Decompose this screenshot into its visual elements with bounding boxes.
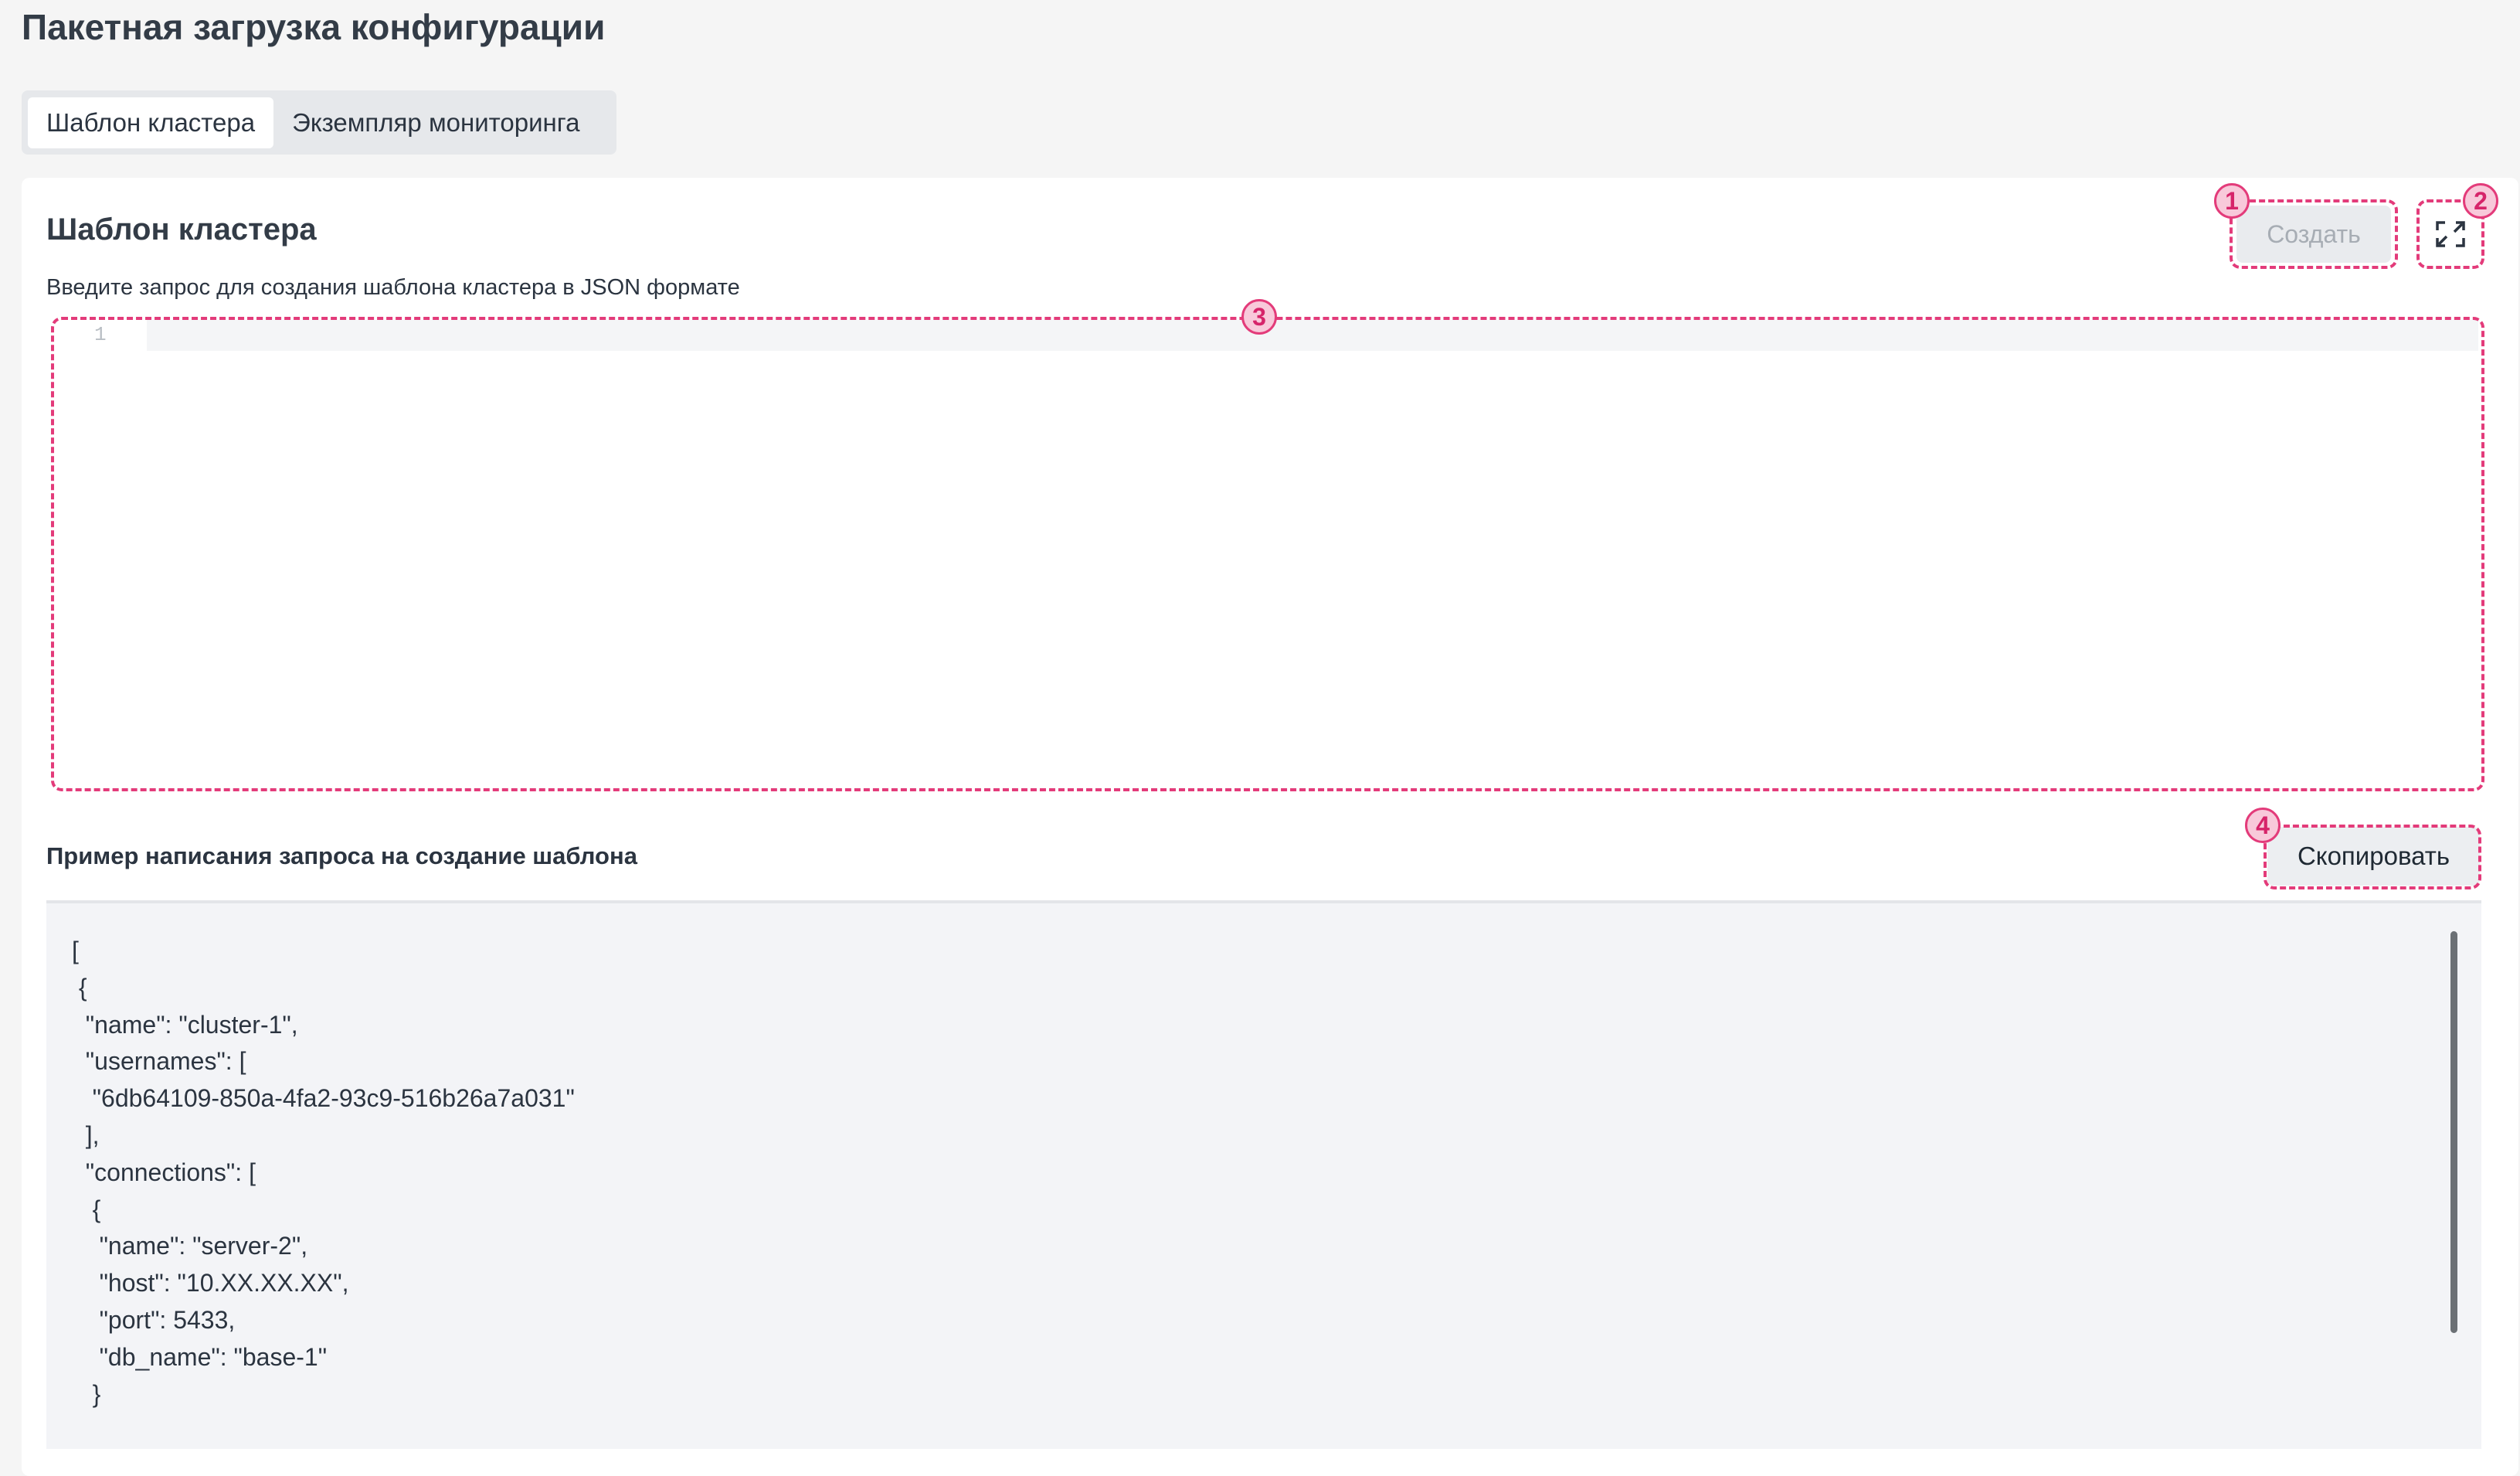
tab-cluster-template[interactable]: Шаблон кластера (28, 97, 274, 148)
editor-hint: Введите запрос для создания шаблона клас… (46, 275, 740, 300)
annotation-badge-4: 4 (2245, 808, 2281, 843)
annotation-badge-3: 3 (1241, 299, 1277, 335)
example-code: [ { "name": "cluster-1", "usernames": [ … (72, 937, 575, 1408)
tab-bar: Шаблон кластера Экземпляр мониторинга (22, 90, 616, 155)
page-title: Пакетная загрузка конфигурации (22, 7, 606, 47)
annotation-frame-create (2230, 199, 2398, 269)
annotation-frame-copy (2264, 825, 2481, 889)
tab-monitoring-instance[interactable]: Экземпляр мониторинга (273, 97, 598, 148)
example-title: Пример написания запроса на создание шаб… (46, 842, 637, 869)
card-title: Шаблон кластера (46, 213, 317, 247)
annotation-badge-2: 2 (2463, 183, 2498, 219)
annotation-badge-1: 1 (2214, 183, 2250, 219)
code-scrollbar[interactable] (2450, 931, 2457, 1333)
example-code-block: [ { "name": "cluster-1", "usernames": [ … (46, 900, 2481, 1449)
annotation-frame-editor (51, 317, 2484, 791)
